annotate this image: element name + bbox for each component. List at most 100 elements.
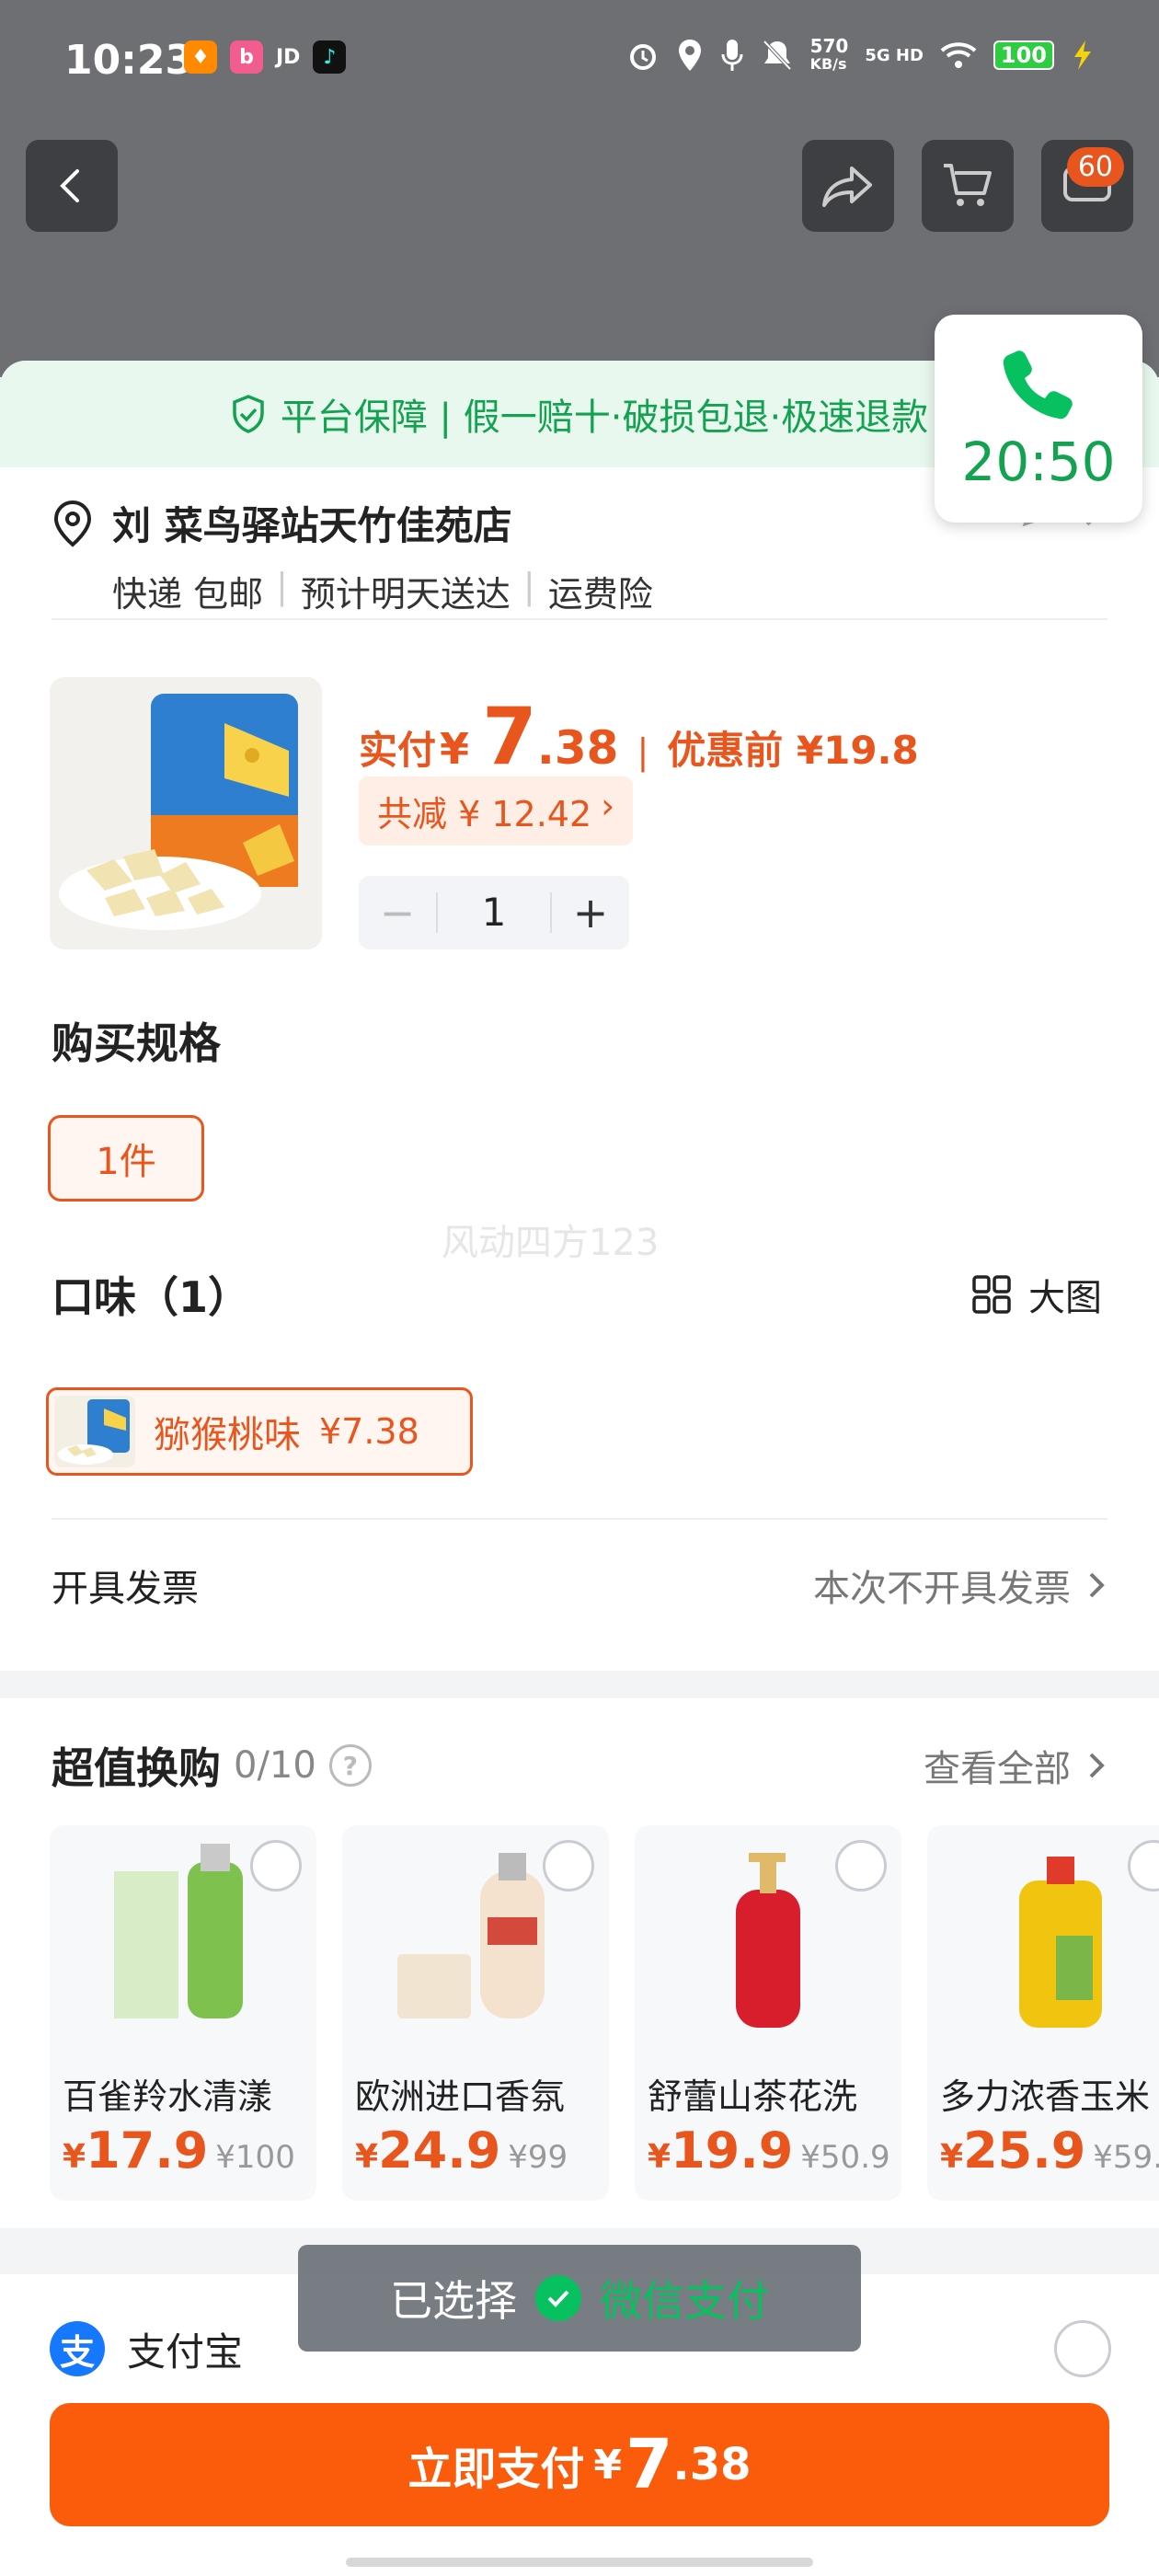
flavor-thumbnail — [54, 1396, 135, 1467]
app-notification-icon: ♦ — [184, 40, 217, 74]
flavor-title: 口味（1） — [52, 1272, 251, 1322]
spec-title: 购买规格 — [52, 1018, 221, 1068]
deal-item[interactable]: 百雀羚水清漾 ¥17.9 ¥100 — [50, 1825, 316, 2201]
quantity-stepper[interactable]: − 1 + — [359, 876, 629, 949]
quantity-value[interactable]: 1 — [436, 892, 552, 933]
status-indicators: 570 KB/s 5G HD 100 — [626, 37, 1095, 74]
battery-indicator: 100 — [993, 40, 1054, 70]
delivery-tag: 预计明天送达 — [300, 574, 511, 615]
deal-select-radio[interactable] — [835, 1840, 887, 1892]
net-speed: 570 KB/s — [809, 35, 849, 73]
deal-item[interactable]: 多力浓香玉米 ¥25.9¥59.9 — [927, 1825, 1159, 2201]
spec-option-1[interactable]: 1件 — [48, 1115, 204, 1202]
messages-button[interactable]: 60 — [1041, 140, 1133, 232]
flavor-name: 猕猴桃味 — [154, 1414, 301, 1456]
flavor-price: ¥7.38 — [319, 1411, 419, 1452]
cart-button[interactable] — [922, 140, 1014, 232]
home-indicator[interactable] — [346, 2558, 813, 2567]
bilibili-icon: b — [230, 40, 263, 74]
price-line: 实付 ¥ 7 .38 | 优惠前 ¥19.8 — [359, 691, 919, 783]
chevron-right-icon — [1089, 1753, 1105, 1778]
price-integer: 7 — [482, 691, 537, 783]
divider — [52, 618, 1107, 620]
chevron-right-icon — [1089, 1572, 1105, 1598]
deal-name: 多力浓香玉米 — [940, 2076, 1151, 2117]
pay-price-label: 实付 — [359, 728, 437, 773]
alipay-radio[interactable] — [1054, 2320, 1111, 2377]
location-pin-icon — [53, 500, 92, 547]
status-bar: 10:23 ♦ b JD ♪ 570 KB/s 5G HD 100 — [0, 0, 1159, 120]
flavor-option-kiwi[interactable]: 猕猴桃味 ¥7.38 — [46, 1387, 473, 1476]
charging-icon — [1074, 40, 1091, 70]
alarm-icon — [629, 44, 656, 70]
big-view-toggle[interactable]: 大图 — [971, 1268, 1102, 1321]
deal-item[interactable]: 舒蕾山茶花洗 ¥19.9 ¥50.9 — [635, 1825, 901, 2201]
deal-select-radio[interactable] — [250, 1840, 302, 1892]
deal-name: 舒蕾山茶花洗 — [648, 2076, 858, 2117]
delivery-tags: 快递 包邮 | 预计明天送达 | 运费险 — [112, 566, 653, 615]
pay-button-integer: 7 — [625, 2425, 673, 2504]
signal-label: 5G HD — [865, 45, 924, 65]
chevron-right-icon: › — [601, 786, 615, 826]
location-icon — [678, 40, 701, 71]
toast-prefix: 已选择 — [390, 2276, 517, 2326]
discount-text: 共减 ¥ 12.42 — [377, 794, 592, 834]
pay-button-label: 立即支付 — [407, 2444, 585, 2495]
deal-price: ¥19.9 ¥50.9 — [648, 2122, 890, 2179]
deal-name: 欧洲进口香氛 — [355, 2076, 566, 2117]
help-icon[interactable]: ? — [328, 1744, 372, 1787]
status-app-icons: ♦ b JD ♪ — [184, 40, 347, 74]
price-decimal: .38 — [536, 721, 619, 775]
microphone-icon — [721, 40, 743, 71]
delivery-tag: 快递 包邮 — [112, 574, 264, 615]
decrease-button[interactable]: − — [359, 888, 436, 937]
view-all-link[interactable]: 查看全部 — [924, 1739, 1107, 1792]
watermark: 风动四方123 — [442, 1222, 660, 1264]
phone-icon — [1003, 351, 1073, 420]
invoice-value: 本次不开具发票 — [813, 1568, 1071, 1610]
delivery-tag: 运费险 — [547, 574, 653, 615]
toast-method: 微信支付 — [600, 2276, 769, 2326]
invoice-row[interactable]: 开具发票 本次不开具发票 — [52, 1535, 1107, 1636]
chevron-left-icon — [60, 169, 79, 202]
divider — [52, 1518, 1107, 1520]
deals-title: 超值换购 — [52, 1743, 221, 1793]
price-currency: ¥ — [440, 724, 470, 774]
status-time: 10:23 — [64, 37, 194, 84]
deals-card: 超值换购 0/10 ? 查看全部 百雀羚水清漾 ¥17.9 ¥100 欧洲进口香氛… — [0, 1698, 1159, 2228]
view-all-label: 查看全部 — [924, 1748, 1071, 1790]
deal-item[interactable]: 欧洲进口香氛 ¥24.9 ¥99 — [342, 1825, 609, 2201]
original-price: 优惠前 ¥19.8 — [667, 728, 919, 773]
jd-icon: JD — [276, 45, 301, 69]
wechat-check-icon — [535, 2275, 581, 2321]
message-badge: 60 — [1066, 147, 1124, 187]
big-view-label: 大图 — [1028, 1277, 1102, 1319]
tiktok-icon: ♪ — [313, 40, 347, 74]
deals-header: 超值换购 0/10 ? 查看全部 — [52, 1735, 1107, 1796]
payment-toast: 已选择 微信支付 — [298, 2245, 861, 2352]
increase-button[interactable]: + — [552, 888, 629, 937]
cart-icon — [944, 164, 992, 206]
call-widget[interactable]: 20:50 — [935, 315, 1142, 523]
share-button[interactable] — [802, 140, 894, 232]
guarantee-text: 平台保障 | 假一赔十·破损包退·极速退款 — [280, 397, 929, 439]
checkout-sheet: 平台保障 | 假一赔十·破损包退·极速退款 刘 菜鸟驿站天竹佳苑店 快递 包邮 |… — [0, 361, 1159, 2576]
order-card: 刘 菜鸟驿站天竹佳苑店 快递 包邮 | 预计明天送达 | 运费险 实付 ¥ 7 … — [0, 467, 1159, 1671]
grid-icon — [972, 1275, 1011, 1314]
deal-name: 百雀羚水清漾 — [63, 2076, 273, 2117]
product-image[interactable] — [50, 677, 322, 949]
deal-price: ¥24.9 ¥99 — [355, 2122, 568, 2179]
pay-button-currency: ¥ — [593, 2441, 623, 2489]
discount-pill[interactable]: 共减 ¥ 12.42 › — [359, 776, 634, 845]
cheese-snack-image — [59, 694, 298, 930]
call-duration: 20:50 — [961, 431, 1116, 493]
share-icon — [822, 167, 872, 207]
back-button[interactable] — [26, 140, 118, 232]
pay-now-button[interactable]: 立即支付 ¥ 7 .38 — [50, 2403, 1109, 2526]
alipay-label: 支付宝 — [127, 2329, 244, 2375]
deal-select-radio[interactable] — [543, 1840, 594, 1892]
deal-price: ¥25.9¥59.9 — [940, 2122, 1159, 2179]
deal-price: ¥17.9 ¥100 — [63, 2122, 295, 2179]
shield-check-icon — [233, 395, 264, 433]
invoice-label: 开具发票 — [52, 1568, 199, 1610]
